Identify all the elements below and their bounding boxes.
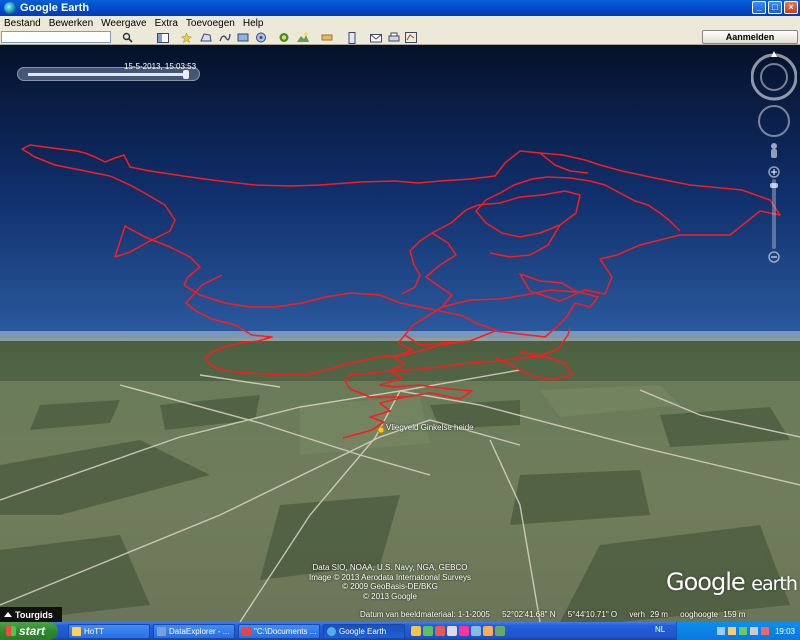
task-label: DataExplorer - ... (169, 626, 230, 636)
credit-line: © 2013 Google (363, 591, 417, 601)
horizon-haze (0, 331, 800, 341)
logo-word-google: Google (666, 568, 746, 596)
window-title: Google Earth (20, 2, 90, 14)
toolbar: Aanmelden (0, 30, 800, 45)
tray-icon[interactable] (727, 627, 736, 635)
navigation-controls[interactable] (751, 49, 797, 269)
search-icon[interactable] (120, 31, 135, 44)
menu-view[interactable]: Weergave (101, 18, 146, 29)
overlay-icon[interactable] (235, 31, 250, 44)
windows-taskbar: start HoTT DataExplorer - ... "C:\Docume… (0, 622, 800, 640)
latitude: 52°02'41.68" N (502, 610, 556, 619)
task-label: Google Earth (339, 626, 387, 636)
tour-guide-label: Tourgids (15, 609, 53, 620)
planets-icon[interactable] (295, 31, 310, 44)
placemark-label[interactable]: Vliegveld Ginkelse heide (386, 423, 474, 432)
app-icon (157, 626, 166, 636)
sign-in-button[interactable]: Aanmelden (702, 30, 798, 44)
imagery-credits: Data SIO, NOAA, U.S. Navy, NGA, GEBCO Im… (300, 563, 480, 601)
quick-launch-icon[interactable] (423, 626, 433, 636)
quick-launch-icon[interactable] (411, 626, 421, 636)
time-slider-label: 15-5-2013, 15:03:53 (124, 62, 197, 71)
view-in-maps-icon[interactable] (403, 31, 418, 44)
elevation-label: verh (629, 610, 645, 619)
ruler-icon[interactable] (319, 31, 334, 44)
start-button[interactable]: start (0, 622, 58, 640)
close-button[interactable]: × (784, 1, 798, 14)
placemark-icon[interactable] (179, 31, 194, 44)
menu-bar: Bestand Bewerken Weergave Extra Toevoege… (0, 16, 800, 30)
placemark-pin (377, 426, 385, 434)
tray-icon[interactable] (760, 627, 769, 635)
menu-add[interactable]: Toevoegen (186, 18, 235, 29)
credit-line: Data SIO, NOAA, U.S. Navy, NGA, GEBCO (312, 563, 468, 572)
status-bar: Datum van beeldmateriaal: 1-1-2005 52°02… (360, 610, 755, 619)
google-earth-logo: Google earth (666, 568, 798, 596)
logo-word-earth: earth (751, 573, 798, 595)
print-icon[interactable] (386, 31, 401, 44)
folder-icon (72, 626, 81, 636)
quick-launch-icon[interactable] (459, 626, 469, 636)
quick-launch (411, 626, 505, 636)
time-slider-handle[interactable] (183, 70, 189, 79)
sun-icon[interactable] (276, 31, 291, 44)
terrain-and-track-layer (0, 144, 800, 622)
minimize-button[interactable]: _ (752, 1, 766, 14)
search-input[interactable] (1, 31, 111, 43)
move-ring (758, 105, 790, 137)
maps-icon[interactable] (344, 31, 359, 44)
street-view-pegman-icon (771, 143, 777, 158)
quick-launch-icon[interactable] (483, 626, 493, 636)
menu-edit[interactable]: Bewerken (49, 18, 93, 29)
email-icon[interactable] (368, 31, 383, 44)
language-indicator[interactable]: NL (655, 625, 665, 634)
longitude: 5°44'10.71" O (567, 610, 618, 619)
menu-file[interactable]: Bestand (4, 18, 41, 29)
tour-icon[interactable] (253, 31, 268, 44)
google-earth-app-icon (4, 2, 16, 14)
system-tray: 19:03 (676, 622, 800, 640)
tray-icon[interactable] (749, 627, 758, 635)
path-icon[interactable] (217, 31, 232, 44)
task-label: "C:\Documents ... (254, 626, 317, 636)
task-button[interactable]: DataExplorer - ... (153, 623, 235, 639)
google-earth-icon (327, 626, 336, 636)
clock[interactable]: 19:03 (775, 627, 795, 636)
credit-line: © 2009 GeoBasis-DE/BKG (342, 582, 438, 592)
quick-launch-icon[interactable] (435, 626, 445, 636)
task-button[interactable]: HoTT (68, 623, 150, 639)
start-label: start (19, 624, 46, 638)
document-icon (242, 626, 251, 636)
polygon-icon[interactable] (198, 31, 213, 44)
menu-tools[interactable]: Extra (155, 18, 178, 29)
tray-icon[interactable] (738, 627, 747, 635)
earth-3d-viewport[interactable]: 15-5-2013, 15:03:53 Vliegveld Ginkelse h… (0, 45, 800, 622)
eye-altitude-label: ooghoogte (680, 610, 718, 619)
zoom-slider (768, 166, 780, 263)
task-label: HoTT (84, 626, 104, 636)
task-button[interactable]: "C:\Documents ... (238, 623, 320, 639)
credit-line: Image © 2013 Aerodata International Surv… (309, 572, 471, 582)
compass-look-ring (751, 51, 797, 101)
maximize-button[interactable]: □ (768, 1, 782, 14)
window-titlebar: Google Earth _ □ × (0, 0, 800, 16)
windows-flag-icon (6, 626, 16, 636)
eye-altitude-value: 159 m (723, 610, 746, 619)
tour-guide-button[interactable]: Tourgids (0, 607, 62, 622)
quick-launch-icon[interactable] (495, 626, 505, 636)
quick-launch-icon[interactable] (447, 626, 457, 636)
chevron-up-icon (4, 612, 12, 617)
elevation-value: 29 m (650, 610, 668, 619)
sidebar-icon[interactable] (155, 31, 170, 44)
imagery-date: Datum van beeldmateriaal: 1-1-2005 (360, 610, 490, 619)
time-slider-track (28, 73, 188, 76)
quick-launch-icon[interactable] (471, 626, 481, 636)
tray-icon[interactable] (716, 627, 725, 635)
menu-help[interactable]: Help (243, 18, 264, 29)
task-button[interactable]: Google Earth (323, 623, 405, 639)
